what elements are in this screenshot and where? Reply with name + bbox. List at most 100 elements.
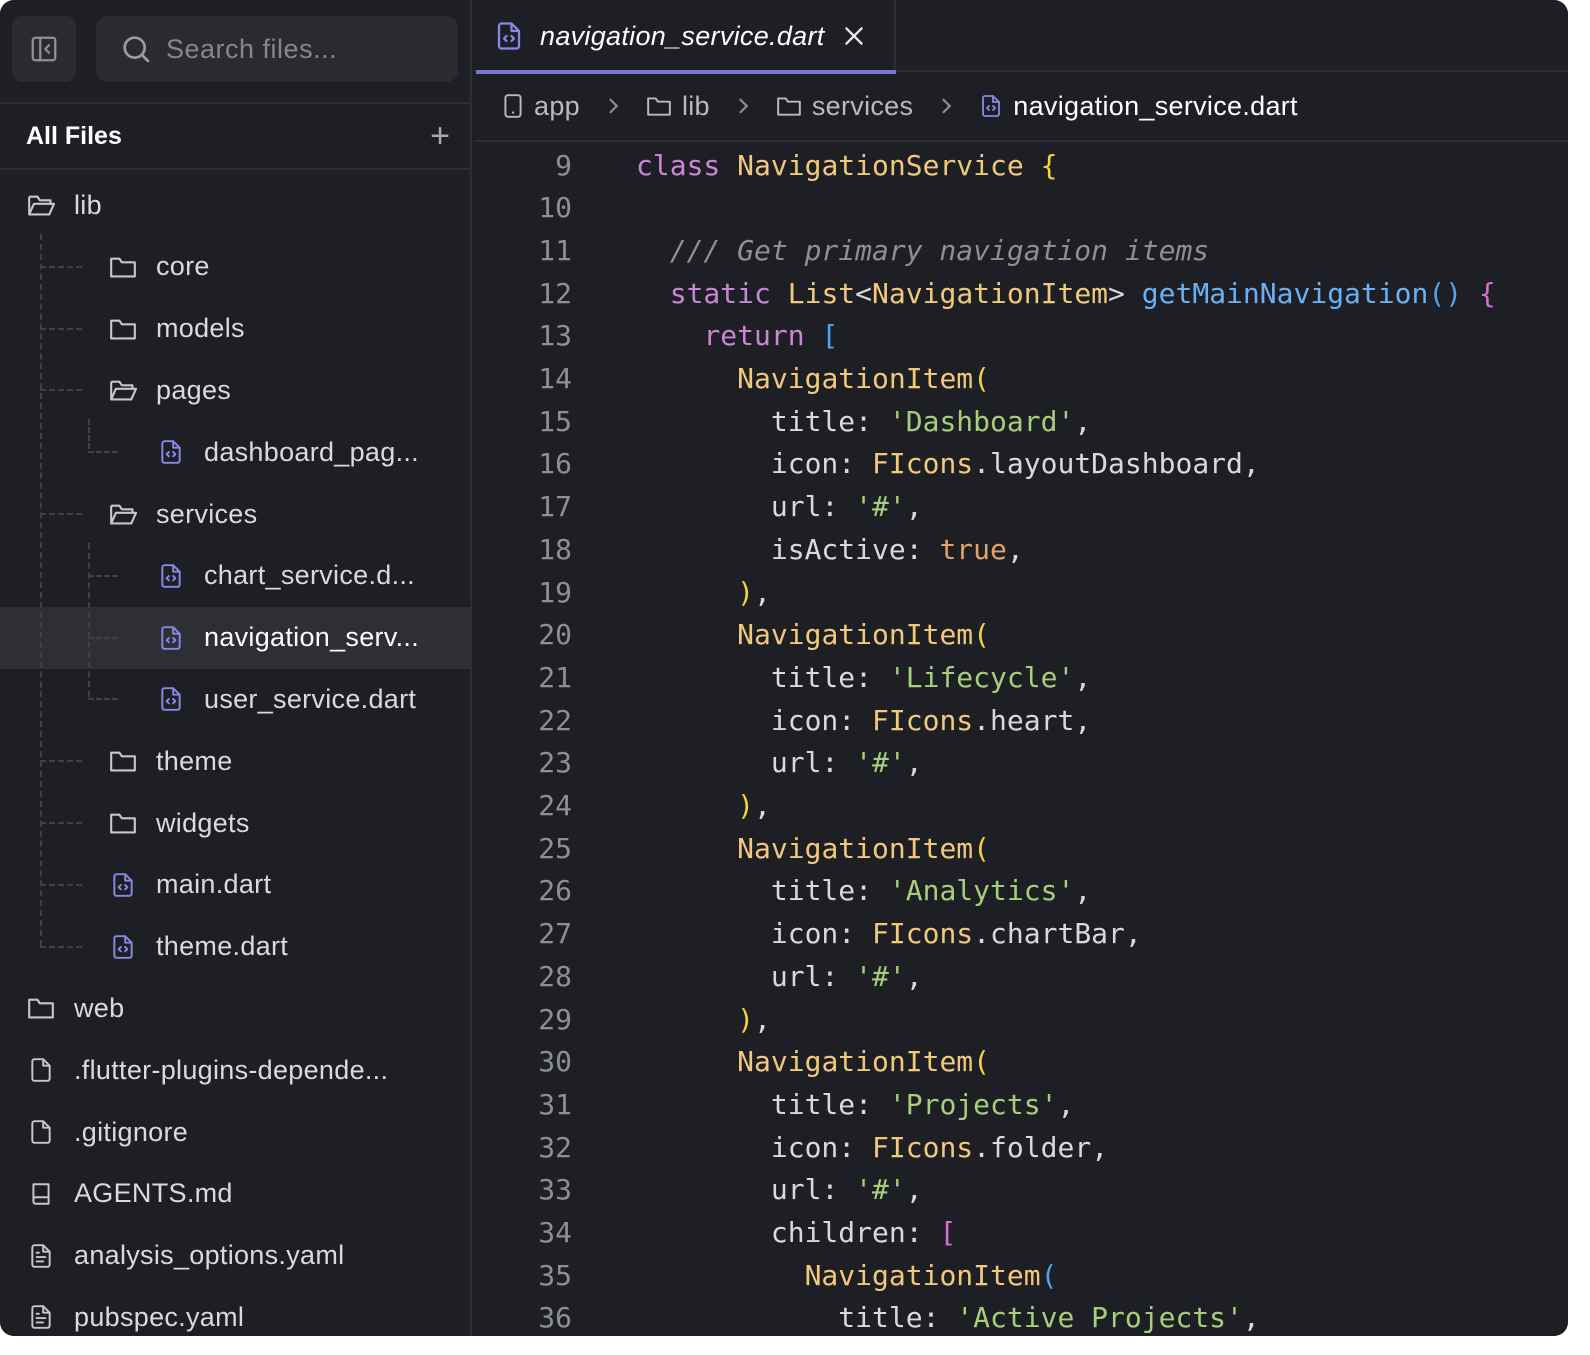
code-line[interactable]: 36 title: 'Active Projects',	[474, 1297, 1259, 1336]
line-number: 24	[538, 789, 572, 822]
line-text: children: [	[770, 1216, 957, 1249]
phone-icon	[502, 93, 524, 119]
line-number: 14	[538, 362, 572, 395]
dart-file-icon	[494, 21, 524, 51]
tree-guide-line	[88, 574, 118, 577]
code-line[interactable]: 25 NavigationItem(	[474, 827, 990, 869]
close-icon[interactable]	[841, 23, 867, 49]
tab-navigation-service[interactable]: navigation_service.dart	[476, 0, 896, 74]
chevron-right-icon	[606, 96, 620, 116]
line-number: 17	[538, 490, 572, 524]
tree-item-label: navigation_serv...	[204, 622, 420, 653]
line-text: icon: FIcons.heart,	[770, 703, 1092, 737]
line-number: 36	[538, 1301, 572, 1335]
tree-guide-line	[40, 822, 82, 824]
code-editor: navigation_service.dart app lib services…	[474, 0, 1568, 1336]
tree-item-flutter-plugins-depende[interactable]: .flutter-plugins-depende...	[0, 1039, 472, 1101]
code-line[interactable]: 10	[474, 187, 572, 229]
line-number: 30	[538, 1045, 572, 1079]
line-text: title: 'Projects',	[770, 1087, 1075, 1121]
line-number: 28	[538, 959, 572, 993]
code-line[interactable]: 17 url: '#',	[474, 486, 922, 528]
code-line[interactable]: 14 NavigationItem(	[474, 358, 990, 400]
breadcrumb-item-lib[interactable]: lib	[646, 91, 710, 122]
line-text: NavigationItem(	[737, 831, 991, 865]
code-line[interactable]: 22 icon: FIcons.heart,	[474, 699, 1091, 741]
line-text: title: 'Analytics',	[770, 874, 1092, 908]
tree-item-agents-md[interactable]: AGENTS.md	[0, 1163, 472, 1225]
line-number: 19	[538, 575, 572, 609]
tree-item-dashboard-pag[interactable]: dashboard_pag...	[0, 421, 472, 483]
code-line[interactable]: 35 NavigationItem(	[474, 1254, 1057, 1296]
tree-item-label: web	[74, 992, 125, 1023]
add-file-button[interactable]: +	[430, 119, 450, 153]
line-text: url: '#',	[770, 959, 923, 993]
folder-open-icon	[108, 377, 138, 403]
line-text: title: 'Lifecycle',	[770, 660, 1092, 694]
code-line[interactable]: 29 ),	[474, 998, 771, 1040]
code-line[interactable]: 15 title: 'Dashboard',	[474, 400, 1091, 442]
breadcrumb-item-services[interactable]: services	[776, 91, 913, 122]
sidebar-toggle-button[interactable]	[12, 16, 76, 82]
tree-guide-line	[88, 543, 90, 697]
folder-icon	[646, 94, 672, 118]
tree-item-chart-service-d[interactable]: chart_service.d...	[0, 545, 472, 607]
dart-file-icon	[156, 624, 186, 652]
code-line[interactable]: 13 return [	[474, 315, 838, 357]
tree-item-analysis-options-yaml[interactable]: analysis_options.yaml	[0, 1225, 472, 1287]
line-text: icon: FIcons.folder,	[770, 1130, 1109, 1164]
tree-guide-line	[40, 513, 82, 515]
code-line[interactable]: 31 title: 'Projects',	[474, 1083, 1074, 1125]
line-number: 12	[538, 276, 572, 310]
tree-item-web[interactable]: web	[0, 977, 472, 1039]
code-line[interactable]: 12 static List<NavigationItem> getMainNa…	[474, 272, 1496, 314]
tree-guide-line	[88, 698, 118, 701]
tree-item-lib[interactable]: lib	[0, 174, 472, 236]
code-line[interactable]: 32 icon: FIcons.folder,	[474, 1126, 1108, 1168]
tree-item-label: widgets	[156, 807, 250, 838]
code-line[interactable]: 26 title: 'Analytics',	[474, 870, 1091, 912]
tab-label: navigation_service.dart	[540, 20, 825, 51]
code-line[interactable]: 27 icon: FIcons.chartBar,	[474, 913, 1141, 955]
code-line[interactable]: 21 title: 'Lifecycle',	[474, 656, 1091, 698]
tree-item-label: .flutter-plugins-depende...	[74, 1054, 389, 1085]
code-line[interactable]: 19 ),	[474, 571, 771, 613]
breadcrumb-item-app[interactable]: app	[502, 91, 580, 122]
line-number: 9	[555, 148, 572, 182]
code-line[interactable]: 30 NavigationItem(	[474, 1041, 990, 1083]
tree-item-navigation-serv[interactable]: navigation_serv...	[0, 606, 472, 669]
search-input[interactable]	[166, 33, 426, 65]
search-box[interactable]	[96, 16, 458, 82]
chevron-right-icon	[939, 96, 953, 116]
folder-icon	[108, 748, 138, 774]
files-header: All Files +	[0, 104, 472, 170]
code-line[interactable]: 16 icon: FIcons.layoutDashboard,	[474, 443, 1259, 485]
line-text: ),	[737, 789, 771, 822]
code-line[interactable]: 11 /// Get primary navigation items	[474, 229, 1209, 271]
dart-file-icon	[979, 93, 1003, 119]
tree-guide-line	[88, 451, 118, 454]
file-icon	[26, 1118, 56, 1146]
code-area[interactable]: 9 class NavigationService {10 11 /// Get p…	[474, 144, 1568, 1336]
tree-item-label: dashboard_pag...	[204, 436, 419, 467]
file-sidebar: All Files + lib core models pages dashboard_…	[0, 0, 472, 1336]
code-line[interactable]: 18 isActive: true,	[474, 528, 1023, 570]
tree-item-pubspec-yaml[interactable]: pubspec.yaml	[0, 1286, 472, 1336]
code-line[interactable]: 28 url: '#',	[474, 955, 922, 997]
tree-item-label: services	[156, 498, 258, 529]
code-line[interactable]: 23 url: '#',	[474, 742, 922, 784]
breadcrumb-item-file[interactable]: navigation_service.dart	[979, 91, 1298, 122]
breadcrumb-label: services	[811, 90, 914, 121]
tree-item-user-service-dart[interactable]: user_service.dart	[0, 668, 472, 730]
code-line[interactable]: 33 url: '#',	[474, 1169, 922, 1211]
line-text: NavigationItem(	[737, 1045, 991, 1079]
dart-file-icon	[156, 562, 186, 590]
code-line[interactable]: 24 ),	[474, 785, 771, 827]
tree-item-label: analysis_options.yaml	[74, 1240, 345, 1271]
code-line[interactable]: 20 NavigationItem(	[474, 614, 990, 656]
code-line[interactable]: 9 class NavigationService {	[474, 144, 1057, 186]
tree-item-gitignore[interactable]: .gitignore	[0, 1101, 472, 1163]
tree-item-label: pubspec.yaml	[74, 1301, 245, 1332]
code-line[interactable]: 34 children: [	[474, 1212, 956, 1254]
line-text: return [	[703, 319, 839, 353]
